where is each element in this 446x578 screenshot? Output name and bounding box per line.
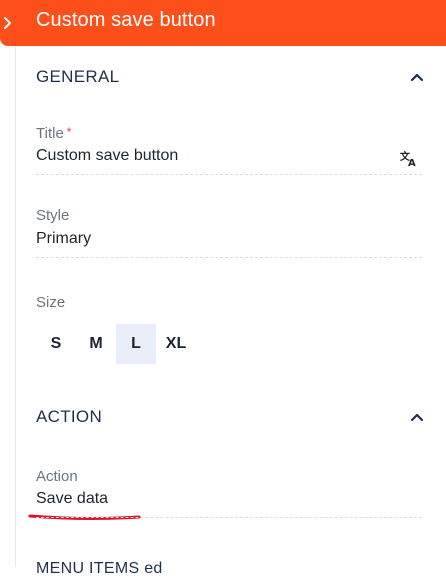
- section-menu-items-title[interactable]: MENU ITEMS ed: [36, 560, 163, 578]
- style-field-label: Style: [36, 207, 70, 224]
- size-option-m[interactable]: M: [76, 324, 116, 364]
- translate-icon[interactable]: 文 A: [400, 149, 418, 167]
- section-action-title: ACTION: [36, 407, 103, 426]
- collapse-caret-icon[interactable]: [410, 72, 424, 82]
- size-option-xl[interactable]: XL: [156, 324, 196, 364]
- panel-header: Custom save button: [0, 0, 446, 46]
- required-mark: *: [66, 125, 72, 139]
- svg-text:A: A: [408, 158, 416, 167]
- action-field-value[interactable]: Save data: [36, 490, 108, 508]
- panel-left-border: [15, 46, 16, 567]
- panel-title: Custom save button: [36, 9, 216, 31]
- title-field-label: Title *: [36, 125, 71, 142]
- action-field-label: Action: [36, 468, 78, 485]
- expand-chevron-icon[interactable]: [3, 13, 13, 33]
- style-field-value[interactable]: Primary: [36, 230, 91, 248]
- section-general-title: GENERAL: [36, 67, 120, 86]
- title-field-divider: [36, 174, 422, 175]
- style-field-divider: [36, 257, 422, 258]
- size-field-label: Size: [36, 294, 66, 311]
- section-general-header[interactable]: GENERAL: [36, 65, 424, 89]
- collapse-caret-icon[interactable]: [410, 412, 424, 422]
- title-label-text: Title: [36, 125, 64, 142]
- section-action-header[interactable]: ACTION: [36, 405, 424, 429]
- action-field-divider: [36, 517, 422, 518]
- title-field-value[interactable]: Custom save button: [36, 147, 178, 165]
- size-option-l[interactable]: L: [116, 324, 156, 364]
- size-option-s[interactable]: S: [36, 324, 76, 364]
- size-selector: S M L XL: [36, 324, 196, 364]
